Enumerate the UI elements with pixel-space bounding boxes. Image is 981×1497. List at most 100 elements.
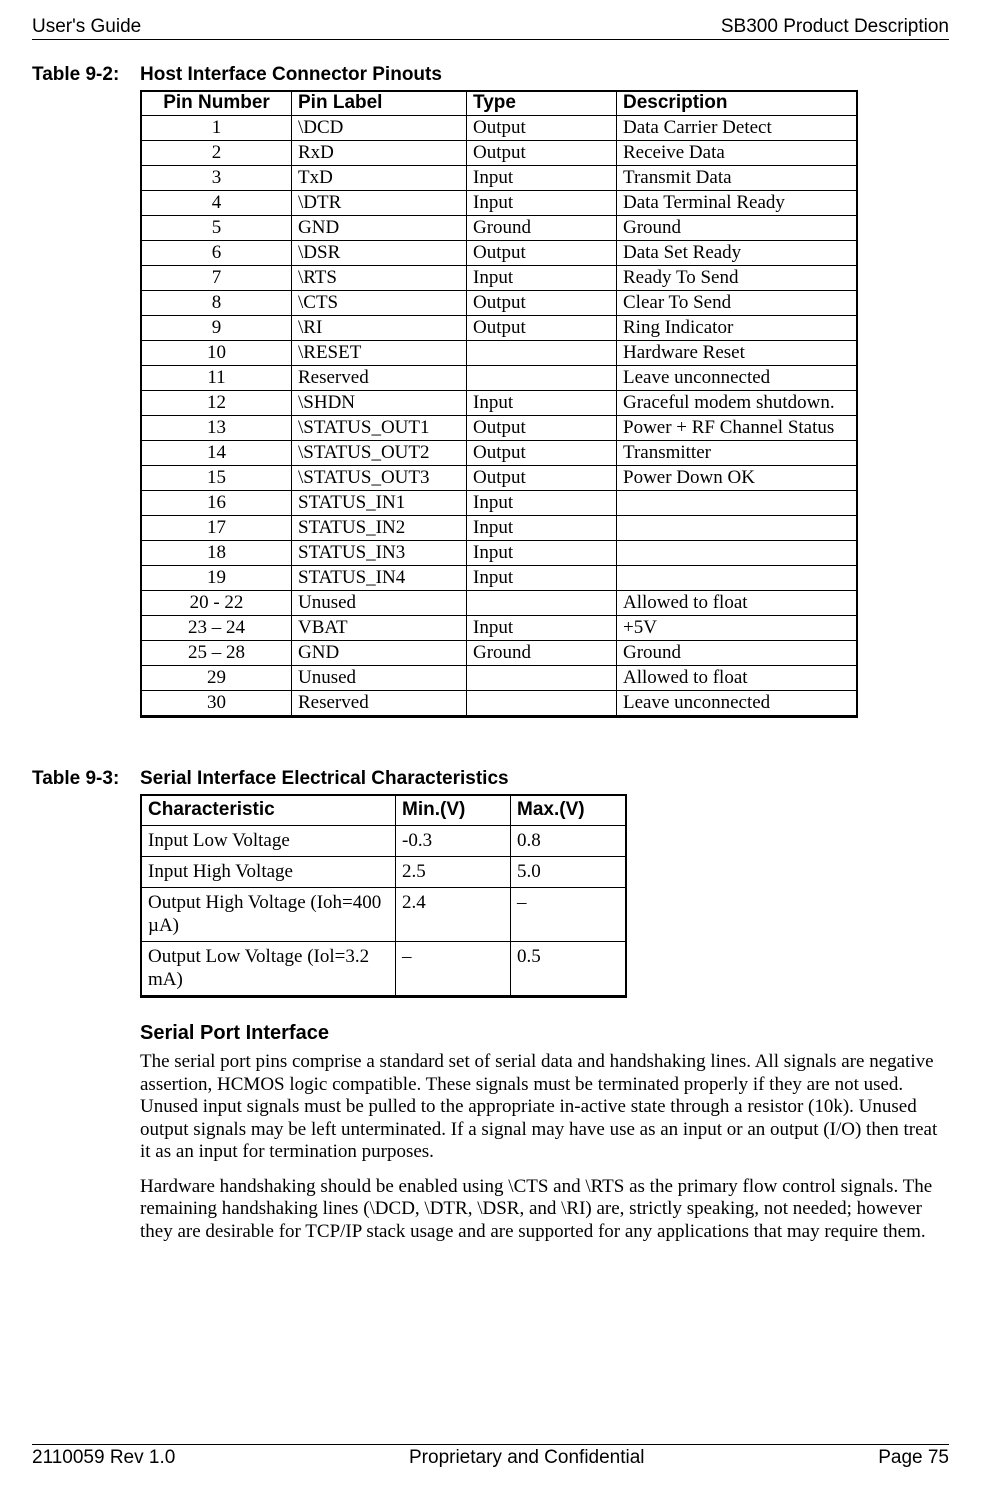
table-cell: 2.5 [396,857,511,888]
body-paragraph-2: Hardware handshaking should be enabled u… [140,1176,949,1244]
table-cell: Input [467,541,617,566]
table-row: 9\RIOutputRing Indicator [142,316,857,341]
table-cell: Receive Data [617,141,857,166]
table-row: Output Low Voltage (Iol=3.2 mA)–0.5 [142,942,626,996]
table-row: Input Low Voltage-0.30.8 [142,826,626,857]
table-cell: RxD [292,141,467,166]
table-cell: Data Carrier Detect [617,116,857,141]
table-cell: Output [467,466,617,491]
table-cell: Ground [617,641,857,666]
table-cell: \STATUS_OUT3 [292,466,467,491]
table-cell: \DCD [292,116,467,141]
table-cell: 23 – 24 [142,616,292,641]
table-row: 10\RESETHardware Reset [142,341,857,366]
table-cell: Ground [467,216,617,241]
table-row: 15\STATUS_OUT3OutputPower Down OK [142,466,857,491]
table-cell: 5.0 [511,857,626,888]
table-cell: \STATUS_OUT2 [292,441,467,466]
table-row: 12\SHDNInputGraceful modem shutdown. [142,391,857,416]
table-cell [617,541,857,566]
table-cell [467,366,617,391]
table-cell: 0.5 [511,942,626,996]
table-cell: 5 [142,216,292,241]
table-row: 20 - 22UnusedAllowed to float [142,591,857,616]
table-cell: Hardware Reset [617,341,857,366]
table-cell: Clear To Send [617,291,857,316]
table-cell: 12 [142,391,292,416]
table-cell: Allowed to float [617,666,857,691]
table-cell: \DTR [292,191,467,216]
table-row: 19STATUS_IN4Input [142,566,857,591]
table-row: 14\STATUS_OUT2OutputTransmitter [142,441,857,466]
table-cell: 13 [142,416,292,441]
table-cell: 8 [142,291,292,316]
table-cell: 1 [142,116,292,141]
characteristics-table: Characteristic Min.(V) Max.(V) Input Low… [141,795,626,996]
table-cell: GND [292,216,467,241]
table-cell: 3 [142,166,292,191]
header-left: User's Guide [32,16,141,38]
pinout-table: Pin Number Pin Label Type Description 1\… [141,91,857,716]
table-cell [467,666,617,691]
table2-caption-title: Serial Interface Electrical Characterist… [140,768,509,790]
table-row: 8\CTSOutputClear To Send [142,291,857,316]
footer-right: Page 75 [878,1447,949,1469]
table-cell: Allowed to float [617,591,857,616]
col-type: Type [467,92,617,116]
body-paragraph-1: The serial port pins comprise a standard… [140,1051,949,1164]
table-cell: \SHDN [292,391,467,416]
table-cell: 10 [142,341,292,366]
page-footer: 2110059 Rev 1.0 Proprietary and Confiden… [32,1444,949,1469]
table-row: 17STATUS_IN2Input [142,516,857,541]
table-cell: \DSR [292,241,467,266]
table-cell: STATUS_IN4 [292,566,467,591]
table-cell: \RTS [292,266,467,291]
footer-left: 2110059 Rev 1.0 [32,1447,175,1469]
header-right: SB300 Product Description [721,16,949,38]
table-cell: 9 [142,316,292,341]
table-row: Output High Voltage (Ioh=400 µA)2.4– [142,888,626,942]
table-cell: VBAT [292,616,467,641]
table-cell [617,516,857,541]
table-row: 16STATUS_IN1Input [142,491,857,516]
footer-center: Proprietary and Confidential [409,1447,645,1469]
page: User's Guide SB300 Product Description T… [0,0,981,1497]
table-cell: Reserved [292,366,467,391]
table-cell: Data Terminal Ready [617,191,857,216]
table1-wrapper: Pin Number Pin Label Type Description 1\… [140,90,949,724]
table-row: 11ReservedLeave unconnected [142,366,857,391]
table-cell: 0.8 [511,826,626,857]
table-cell: 2 [142,141,292,166]
table-cell: Power Down OK [617,466,857,491]
table-cell [467,691,617,716]
table-row: 7\RTSInputReady To Send [142,266,857,291]
table-row: Input High Voltage2.55.0 [142,857,626,888]
table1-frame: Pin Number Pin Label Type Description 1\… [140,90,858,718]
section-heading: Serial Port Interface [140,1022,949,1045]
table-cell: 19 [142,566,292,591]
col-characteristic: Characteristic [142,796,396,826]
table-cell: 29 [142,666,292,691]
table-header-row: Characteristic Min.(V) Max.(V) [142,796,626,826]
table-cell: GND [292,641,467,666]
table-cell: Input High Voltage [142,857,396,888]
table-cell: Leave unconnected [617,691,857,716]
table-cell: Transmitter [617,441,857,466]
table-cell: 11 [142,366,292,391]
table-header-row: Pin Number Pin Label Type Description [142,92,857,116]
table-cell: Output High Voltage (Ioh=400 µA) [142,888,396,942]
table-cell: – [511,888,626,942]
table2-caption-label: Table 9-3: [32,768,140,790]
table-cell: \RI [292,316,467,341]
table-cell: 2.4 [396,888,511,942]
table-cell: Output [467,116,617,141]
table-cell: Input [467,191,617,216]
table-cell: Input [467,391,617,416]
table-cell: -0.3 [396,826,511,857]
table-cell: – [396,942,511,996]
table-cell: STATUS_IN1 [292,491,467,516]
table-cell: Output [467,316,617,341]
table-row: 18STATUS_IN3Input [142,541,857,566]
table-cell [617,566,857,591]
table-cell: Input [467,166,617,191]
